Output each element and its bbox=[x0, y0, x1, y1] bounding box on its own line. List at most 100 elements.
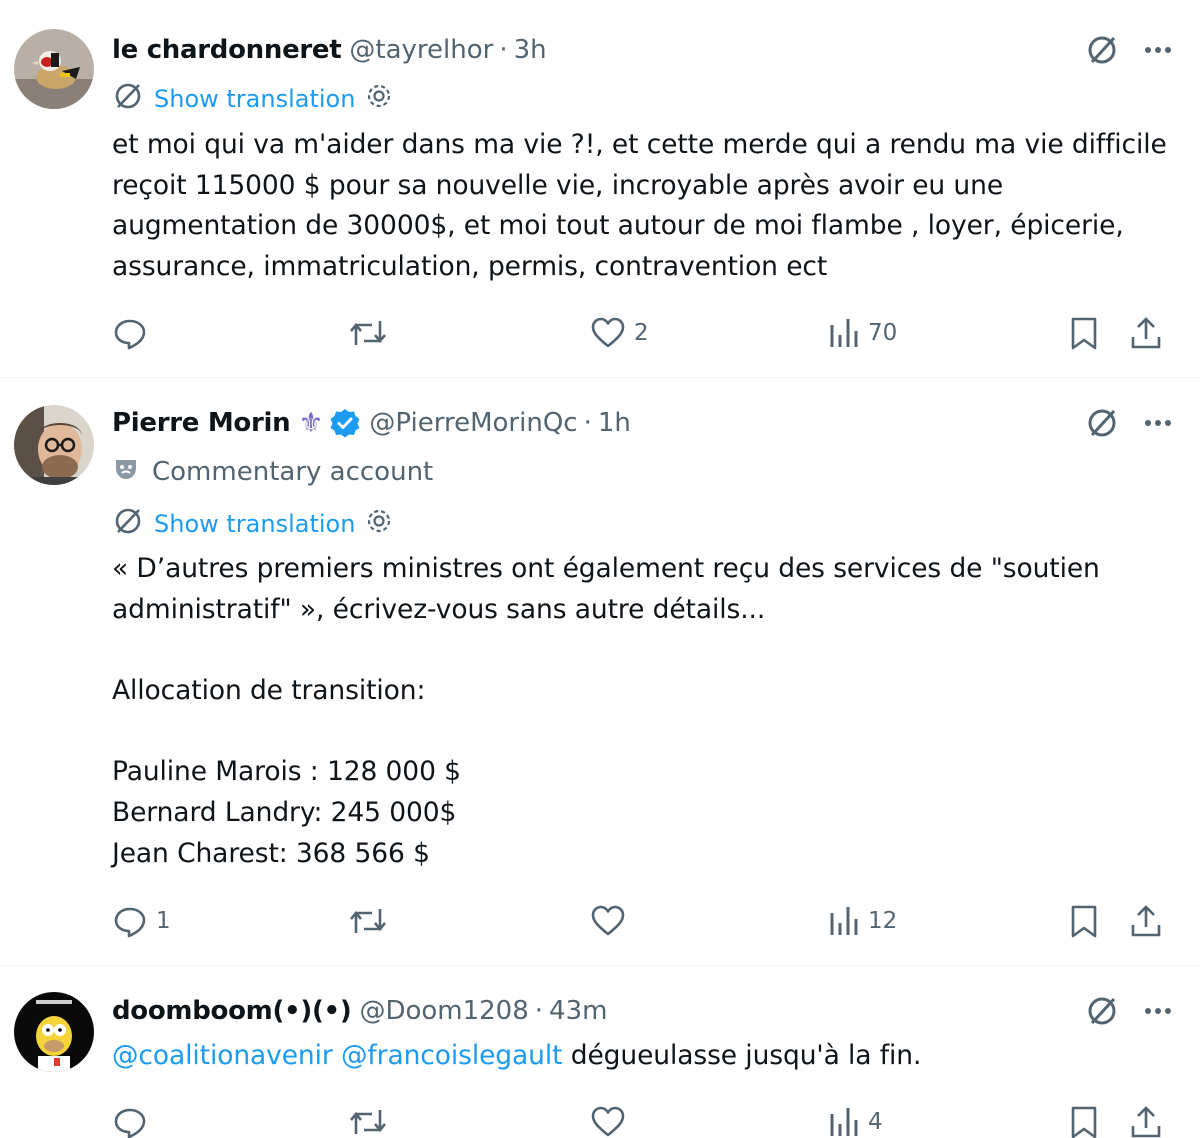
repost-button[interactable] bbox=[348, 901, 396, 941]
text-line: Pauline Marois : 128 000 $ bbox=[112, 756, 461, 788]
like-count: 2 bbox=[634, 320, 649, 346]
heart-icon bbox=[591, 905, 625, 936]
tweet-header: doomboom(•)(•) @Doom1208 · 43m bbox=[112, 993, 607, 1029]
timestamp[interactable]: 43m bbox=[549, 996, 607, 1026]
reply-icon bbox=[114, 907, 146, 938]
action-bar: 1 12 bbox=[112, 901, 1172, 941]
like-button[interactable] bbox=[590, 901, 634, 941]
repost-icon bbox=[350, 1110, 386, 1134]
share-button[interactable] bbox=[1128, 1102, 1164, 1138]
tweet-text: et moi qui va m'aider dans ma vie ?!, et… bbox=[112, 129, 1167, 283]
commentary-account-label[interactable]: Commentary account bbox=[112, 455, 433, 489]
mention-link[interactable]: @coalitionavenir bbox=[112, 1040, 333, 1071]
verified-badge-icon[interactable] bbox=[329, 407, 361, 439]
mention-link[interactable]: @francoislegault bbox=[341, 1040, 562, 1071]
reply-button[interactable] bbox=[112, 313, 156, 353]
repost-button[interactable] bbox=[348, 313, 396, 353]
action-bar: 4 bbox=[112, 1102, 1172, 1138]
heart-icon bbox=[591, 317, 625, 348]
heart-icon bbox=[591, 1106, 625, 1137]
text-line bbox=[112, 630, 1172, 671]
commentary-label[interactable]: Commentary account bbox=[152, 457, 433, 487]
tweet-header: le chardonneret @tayrelhor · 3h bbox=[112, 32, 547, 68]
repost-icon bbox=[350, 909, 386, 933]
text-line: « D’autres premiers ministres ont égalem… bbox=[112, 553, 1100, 625]
translate-icon bbox=[112, 505, 144, 543]
display-name[interactable]: le chardonneret bbox=[112, 35, 342, 65]
like-button[interactable] bbox=[590, 1102, 634, 1138]
separator: · bbox=[499, 35, 508, 65]
bookmark-button[interactable] bbox=[1068, 313, 1100, 353]
share-button[interactable] bbox=[1128, 313, 1164, 353]
avatar[interactable] bbox=[14, 29, 94, 109]
views-count: 12 bbox=[868, 908, 898, 934]
bookmark-icon bbox=[1071, 317, 1097, 350]
top-actions bbox=[1084, 32, 1174, 68]
tweet-3[interactable]: doomboom(•)(•) @Doom1208 · 43m @coalitio… bbox=[0, 966, 1200, 1138]
share-icon bbox=[1131, 905, 1161, 937]
reply-button[interactable]: 1 bbox=[112, 901, 171, 941]
tweet-text-rest: dégueulasse jusqu'à la fin. bbox=[562, 1040, 922, 1071]
reply-button[interactable] bbox=[112, 1102, 156, 1138]
show-translation-label[interactable]: Show translation bbox=[154, 510, 355, 538]
grok-icon[interactable] bbox=[1084, 405, 1120, 441]
gear-icon[interactable] bbox=[365, 82, 393, 116]
separator: · bbox=[583, 408, 592, 438]
fleur-de-lis-icon: ⚜ bbox=[298, 406, 324, 439]
display-name[interactable]: Pierre Morin bbox=[112, 408, 291, 438]
views-icon bbox=[830, 907, 858, 935]
bookmark-button[interactable] bbox=[1068, 1102, 1100, 1138]
timestamp[interactable]: 3h bbox=[514, 35, 547, 65]
show-translation[interactable]: Show translation bbox=[112, 83, 393, 115]
show-translation-label[interactable]: Show translation bbox=[154, 85, 355, 113]
translate-icon bbox=[112, 80, 144, 118]
tweet-2[interactable]: Pierre Morin ⚜ @PierreMorinQc · 1h Comme… bbox=[0, 378, 1200, 964]
tweet-text: « D’autres premiers ministres ont égalem… bbox=[112, 549, 1172, 875]
text-line: Allocation de transition: bbox=[112, 675, 426, 707]
share-icon bbox=[1131, 317, 1161, 349]
tweet-1[interactable]: le chardonneret @tayrelhor · 3h Show tra… bbox=[0, 0, 1200, 376]
like-button[interactable]: 2 bbox=[590, 313, 649, 353]
top-actions bbox=[1084, 405, 1174, 441]
more-icon[interactable] bbox=[1142, 407, 1174, 439]
display-name[interactable]: doomboom(•)(•) bbox=[112, 996, 352, 1026]
separator: · bbox=[534, 996, 544, 1026]
grok-icon[interactable] bbox=[1084, 32, 1120, 68]
handle[interactable]: @Doom1208 bbox=[359, 996, 528, 1026]
more-icon[interactable] bbox=[1142, 995, 1174, 1027]
handle[interactable]: @tayrelhor bbox=[349, 35, 493, 65]
views-count: 70 bbox=[868, 320, 898, 346]
mask-icon bbox=[112, 455, 140, 490]
views-button[interactable]: 4 bbox=[828, 1102, 883, 1138]
reply-icon bbox=[114, 319, 146, 350]
repost-button[interactable] bbox=[348, 1102, 396, 1138]
repost-icon bbox=[350, 321, 386, 345]
text-line: Jean Charest: 368 566 $ bbox=[112, 837, 430, 869]
gear-icon[interactable] bbox=[365, 507, 393, 541]
views-icon bbox=[830, 319, 858, 347]
tweet-text: @coalitionavenir @francoislegault dégueu… bbox=[112, 1036, 1172, 1077]
avatar[interactable] bbox=[14, 405, 94, 485]
share-button[interactable] bbox=[1128, 901, 1164, 941]
reply-count: 1 bbox=[156, 908, 171, 934]
share-icon bbox=[1131, 1106, 1161, 1138]
text-line: Bernard Landry: 245 000$ bbox=[112, 797, 457, 829]
views-icon bbox=[830, 1108, 858, 1136]
avatar[interactable] bbox=[14, 992, 94, 1072]
views-button[interactable]: 12 bbox=[828, 901, 897, 941]
top-actions bbox=[1084, 993, 1174, 1029]
more-icon[interactable] bbox=[1142, 34, 1174, 66]
action-bar: 2 70 bbox=[112, 313, 1172, 353]
views-button[interactable]: 70 bbox=[828, 313, 897, 353]
bookmark-icon bbox=[1071, 905, 1097, 938]
tweet-header: Pierre Morin ⚜ @PierreMorinQc · 1h bbox=[112, 405, 631, 441]
reply-icon bbox=[114, 1108, 146, 1138]
bookmark-button[interactable] bbox=[1068, 901, 1100, 941]
views-count: 4 bbox=[868, 1109, 883, 1135]
show-translation[interactable]: Show translation bbox=[112, 508, 393, 540]
handle[interactable]: @PierreMorinQc bbox=[369, 408, 577, 438]
grok-icon[interactable] bbox=[1084, 993, 1120, 1029]
timestamp[interactable]: 1h bbox=[598, 408, 631, 438]
text-line bbox=[112, 712, 1172, 753]
bookmark-icon bbox=[1071, 1106, 1097, 1138]
